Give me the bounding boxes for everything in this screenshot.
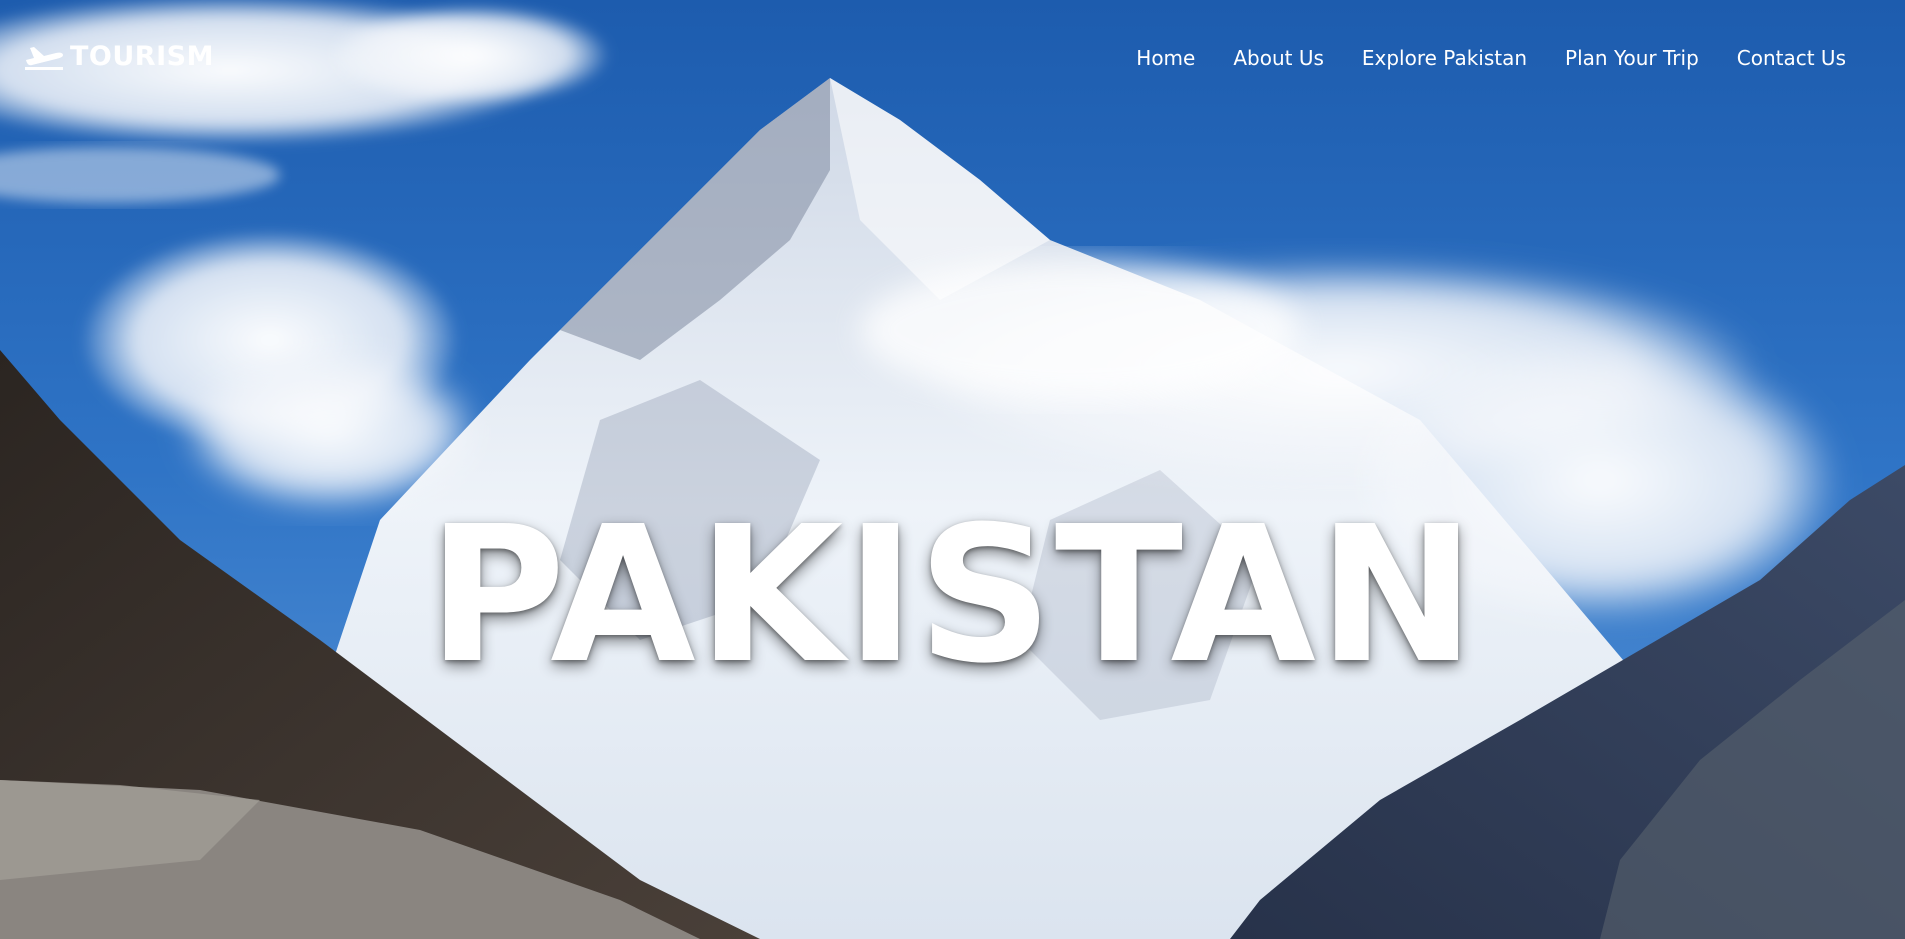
nav-link-contact-us[interactable]: Contact Us bbox=[1737, 44, 1846, 72]
nav-link-plan-your-trip[interactable]: Plan Your Trip bbox=[1565, 44, 1699, 72]
navbar: TOURISM Home About Us Explore Pakistan P… bbox=[0, 0, 1905, 120]
airplane-icon bbox=[24, 40, 64, 72]
nav-link-explore-pakistan[interactable]: Explore Pakistan bbox=[1362, 44, 1527, 72]
brand-logo[interactable]: TOURISM bbox=[24, 40, 214, 72]
nav-link-home[interactable]: Home bbox=[1136, 44, 1195, 72]
hero-background-image bbox=[0, 0, 1905, 939]
main-nav: Home About Us Explore Pakistan Plan Your… bbox=[1136, 44, 1846, 72]
hero-headline: PAKISTAN bbox=[427, 485, 1478, 705]
brand-name: TOURISM bbox=[70, 40, 214, 72]
hero-section: TOURISM Home About Us Explore Pakistan P… bbox=[0, 0, 1905, 939]
nav-link-about-us[interactable]: About Us bbox=[1233, 44, 1324, 72]
